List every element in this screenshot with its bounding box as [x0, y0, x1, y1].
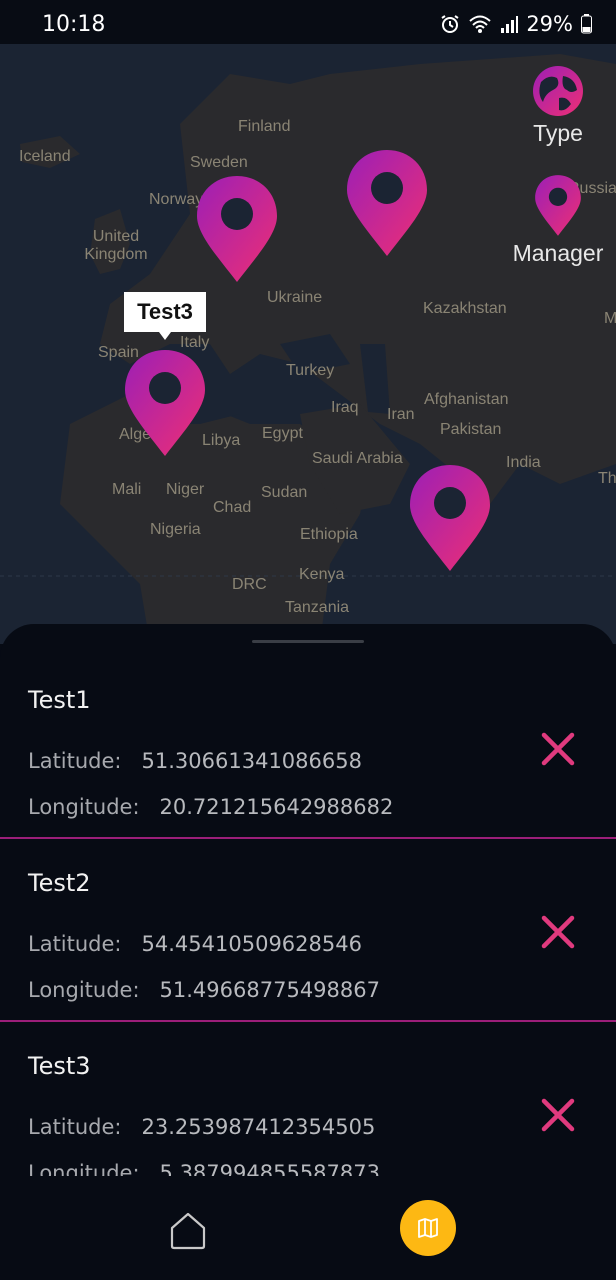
latitude-label: Latitude: [28, 1115, 122, 1139]
map-label-finland: Finland [238, 118, 291, 135]
map-label-kazakhstan: Kazakhstan [423, 300, 507, 317]
map-label-egypt: Egypt [262, 425, 303, 442]
latitude-label: Latitude: [28, 749, 122, 773]
sheet-drag-handle[interactable] [252, 640, 364, 643]
map-label-nigeria: Nigeria [150, 521, 201, 538]
battery-icon [581, 14, 592, 34]
list-item: Test2 Latitude: 54.45410509628546 Longitu… [0, 839, 616, 1022]
map-marker-test1[interactable] [195, 174, 279, 286]
longitude-value: 5.387994855587873 [159, 1161, 380, 1176]
longitude-value: 51.49668775498867 [159, 978, 380, 1002]
home-icon[interactable] [166, 1208, 210, 1252]
list-item: Test1 Latitude: 51.30661341086658 Longitu… [0, 656, 616, 839]
battery-percent: 29% [526, 12, 573, 36]
latitude-value: 54.45410509628546 [141, 932, 362, 956]
marker-list: Test1 Latitude: 51.30661341086658 Longitu… [0, 656, 616, 1176]
map-label-iran: Iran [387, 406, 415, 423]
status-bar: 10:18 29% [0, 0, 616, 44]
signal-icon [501, 16, 519, 33]
map-nav-button[interactable] [400, 1200, 456, 1256]
map-label-niger: Niger [166, 481, 205, 498]
map-label-afghanistan: Afghanistan [424, 391, 509, 408]
map-label-drc: DRC [232, 576, 267, 593]
latitude-row: Latitude: 54.45410509628546 [28, 932, 362, 956]
location-pin-icon [534, 174, 582, 238]
map-label-united-kingdom: United Kingdom [84, 228, 148, 263]
longitude-label: Longitude: [28, 1161, 140, 1176]
map-label-chad: Chad [213, 499, 252, 516]
longitude-label: Longitude: [28, 978, 140, 1002]
map-label-ethiopia: Ethiopia [300, 526, 358, 543]
map-label-thailand: Th [598, 470, 616, 487]
map-label-india: India [506, 454, 541, 471]
markers-bottom-sheet[interactable]: Test1 Latitude: 51.30661341086658 Longitu… [0, 624, 616, 1176]
map-label-ukraine: Ukraine [267, 289, 323, 306]
type-label: Type [533, 120, 583, 146]
manager-control[interactable]: Manager [506, 174, 610, 267]
status-time: 10:18 [42, 12, 106, 37]
delete-icon[interactable] [538, 1095, 578, 1135]
globe-icon [533, 66, 583, 116]
alarm-icon [441, 15, 459, 33]
map-label-mali: Mali [112, 481, 142, 498]
map-label-sudan: Sudan [261, 484, 308, 501]
map-label-mongolia: M [604, 310, 616, 327]
marker-name: Test1 [28, 686, 91, 714]
map-icon [418, 1218, 438, 1238]
longitude-row: Longitude: 5.387994855587873 [28, 1161, 380, 1176]
map-label-kenya: Kenya [299, 566, 345, 583]
longitude-row: Longitude: 20.721215642988682 [28, 795, 393, 819]
map-marker-4[interactable] [408, 463, 492, 575]
longitude-label: Longitude: [28, 795, 140, 819]
map-view[interactable]: Iceland Finland Sweden Norway United Kin… [0, 44, 616, 644]
delete-icon[interactable] [538, 729, 578, 769]
map-label-tanzania: Tanzania [285, 599, 350, 616]
map-label-libya: Libya [202, 432, 241, 449]
delete-icon[interactable] [538, 912, 578, 952]
latitude-value: 23.253987412354505 [141, 1115, 376, 1139]
map-label-iceland: Iceland [19, 148, 71, 165]
map-label-iraq: Iraq [331, 399, 359, 416]
map-label-pakistan: Pakistan [440, 421, 502, 438]
latitude-label: Latitude: [28, 932, 122, 956]
map-marker-test2[interactable] [345, 148, 429, 260]
map-marker-test3[interactable] [123, 348, 207, 460]
longitude-row: Longitude: 51.49668775498867 [28, 978, 380, 1002]
list-item: Test3 Latitude: 23.253987412354505 Longit… [0, 1022, 616, 1176]
latitude-value: 51.30661341086658 [141, 749, 362, 773]
status-icons: 29% [440, 12, 592, 36]
type-control[interactable]: Type [526, 64, 590, 147]
map-label-sweden: Sweden [190, 154, 248, 171]
map-label-saudi-arabia: Saudi Arabia [312, 450, 403, 467]
longitude-value: 20.721215642988682 [159, 795, 394, 819]
map-label-turkey: Turkey [286, 362, 335, 379]
latitude-row: Latitude: 23.253987412354505 [28, 1115, 375, 1139]
map-land [0, 44, 616, 644]
manager-label: Manager [512, 240, 604, 266]
wifi-icon [469, 15, 491, 33]
latitude-row: Latitude: 51.30661341086658 [28, 749, 362, 773]
marker-name: Test3 [28, 1052, 91, 1080]
marker-name: Test2 [28, 869, 91, 897]
marker-tooltip: Test3 [124, 292, 206, 340]
bottom-nav [0, 1176, 616, 1280]
